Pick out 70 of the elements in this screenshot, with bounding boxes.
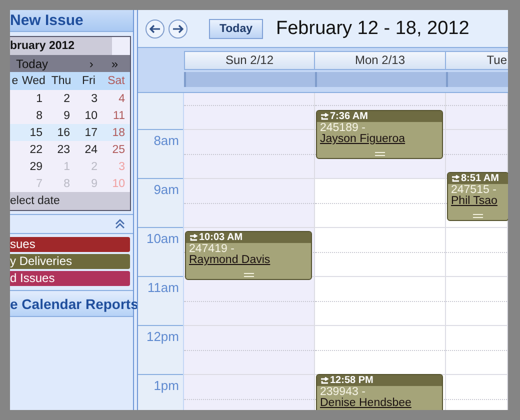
appointment-text: 247515 - Phil Tsao bbox=[450, 184, 498, 207]
select-date-label: elect date bbox=[10, 192, 130, 210]
week-row[interactable]: 8 9 10 11 bbox=[10, 107, 130, 124]
recurrence-icon bbox=[320, 376, 329, 384]
date-cell[interactable]: 1 bbox=[20, 92, 48, 104]
week-row[interactable]: 15 16 17 18 bbox=[10, 124, 130, 141]
date-cell[interactable]: 22 bbox=[20, 144, 48, 156]
panel-header[interactable]: New Issue bbox=[10, 10, 133, 32]
weekday-label: Thu bbox=[50, 75, 72, 87]
day-header: Sun 2/12 bbox=[184, 51, 315, 70]
appointment-time: 7:36 AM bbox=[330, 111, 368, 122]
day-header: Tue bbox=[446, 51, 508, 70]
hour-label: 12pm bbox=[145, 328, 180, 344]
appointment-text: 245189 - Jayson Figueroa bbox=[319, 122, 406, 145]
nav-button[interactable]: › bbox=[89, 56, 94, 70]
appointment-card[interactable]: 10:03 AM 247419 - Raymond Davis bbox=[185, 231, 312, 280]
appointment-card[interactable]: 7:36 AM 245189 - Jayson Figueroa bbox=[316, 110, 443, 159]
recurrence-icon bbox=[189, 234, 198, 242]
date-cell[interactable]: 24 bbox=[75, 144, 102, 156]
date-cell[interactable]: 18 bbox=[102, 126, 130, 138]
date-cell[interactable]: 15 bbox=[20, 126, 48, 138]
date-cell[interactable]: 10 bbox=[75, 110, 102, 122]
date-cell[interactable]: 17 bbox=[75, 126, 102, 138]
collapse-icon[interactable] bbox=[115, 219, 125, 229]
appointment-time: 8:51 AM bbox=[461, 173, 499, 184]
resize-grip-icon[interactable] bbox=[244, 273, 254, 277]
date-cell[interactable]: 23 bbox=[48, 144, 75, 156]
appointment-text: 239943 - Denise Hendsbee bbox=[319, 386, 412, 409]
appointment-time: 10:03 AM bbox=[199, 232, 243, 243]
weekday-label: Wed bbox=[21, 75, 46, 87]
date-cell[interactable]: 11 bbox=[102, 110, 130, 122]
weekday-label: Fri bbox=[81, 75, 96, 87]
appointment-text: 247419 - Raymond Davis bbox=[188, 243, 272, 266]
hour-label: 9am bbox=[152, 181, 180, 197]
resize-grip-icon[interactable] bbox=[473, 214, 483, 218]
customer-link[interactable]: Raymond Davis bbox=[189, 254, 270, 266]
weekday-label: Sat bbox=[106, 75, 126, 87]
category-item[interactable]: y Deliveries bbox=[10, 254, 130, 269]
today-button[interactable]: Today bbox=[209, 18, 263, 38]
date-cell[interactable]: 25 bbox=[102, 144, 130, 156]
category-item[interactable]: sues bbox=[10, 237, 130, 252]
day-header: Mon 2/13 bbox=[315, 51, 446, 70]
hour-label: 1pm bbox=[152, 377, 180, 393]
date-range-title: February 12 - 18, 2012 bbox=[276, 18, 470, 40]
date-cell[interactable]: 4 bbox=[102, 92, 130, 104]
today-link[interactable]: Today bbox=[16, 56, 48, 70]
date-cell[interactable]: 2 bbox=[48, 92, 75, 104]
weekday-label: e bbox=[10, 75, 20, 87]
category-item[interactable]: d Issues bbox=[10, 271, 130, 286]
date-cell[interactable]: 8 bbox=[20, 110, 48, 122]
resize-grip-icon[interactable] bbox=[374, 152, 384, 156]
date-cell[interactable]: 9 bbox=[48, 110, 75, 122]
date-cell[interactable]: 16 bbox=[48, 126, 75, 138]
appointment-card[interactable]: 12:58 PM 239943 - Denise Hendsbee bbox=[316, 374, 443, 410]
hour-label: 8am bbox=[152, 132, 180, 148]
recurrence-icon bbox=[320, 112, 329, 120]
customer-link[interactable]: Jayson Figueroa bbox=[320, 133, 406, 145]
appointment-time: 12:58 PM bbox=[330, 375, 374, 386]
week-row[interactable]: 22 23 24 25 bbox=[10, 141, 130, 158]
date-cell[interactable]: 3 bbox=[75, 92, 102, 104]
week-row[interactable]: 1 2 3 4 bbox=[10, 90, 130, 107]
customer-link[interactable]: Denise Hendsbee bbox=[320, 397, 412, 409]
date-cell[interactable]: 29 bbox=[20, 160, 48, 172]
appointment-card[interactable]: 8:51 AM 247515 - Phil Tsao bbox=[447, 172, 508, 221]
hour-label: 11am bbox=[146, 279, 180, 295]
nav-button[interactable]: » bbox=[111, 56, 118, 70]
hour-label: 10am bbox=[145, 230, 180, 246]
customer-link[interactable]: Phil Tsao bbox=[451, 195, 498, 207]
recurrence-icon bbox=[451, 174, 460, 182]
week-row[interactable]: 29 1 2 3 bbox=[10, 158, 130, 175]
